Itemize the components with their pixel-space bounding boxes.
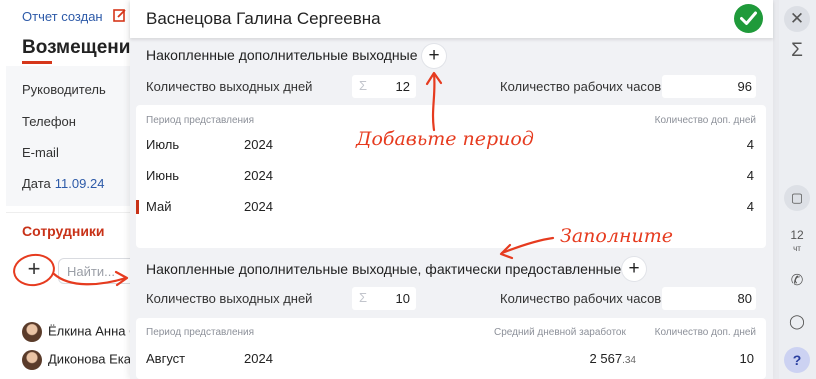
help-icon[interactable]: ? xyxy=(784,347,810,373)
employee-item[interactable]: Диконова Екат xyxy=(22,350,137,370)
days-label: Количество выходных дней xyxy=(146,79,313,94)
column-header: Период представления xyxy=(146,327,255,338)
row-earnings: 2 567.34 xyxy=(589,351,636,366)
column-header: Средний дневной заработок xyxy=(494,327,626,338)
days-label: Количество выходных дней xyxy=(146,291,313,306)
row-month: Июль xyxy=(146,137,180,152)
section-accrued-title: Накопленные дополнительные выходные xyxy=(146,47,418,63)
sum-icon: Σ xyxy=(359,290,368,305)
row-year: 2024 xyxy=(244,137,273,152)
column-header: Количество доп. дней xyxy=(654,327,756,338)
row-month: Июнь xyxy=(146,168,180,183)
dialog-header: Васнецова Галина Сергеевна xyxy=(130,0,773,38)
row-year: 2024 xyxy=(244,351,273,366)
row-days: 10 xyxy=(739,351,754,366)
hours-label: Количество рабочих часов xyxy=(500,79,662,94)
row-month: Май xyxy=(146,199,172,214)
title-underline xyxy=(22,61,52,64)
info-row-manager: Руководитель xyxy=(22,82,106,97)
hours-label: Количество рабочих часов xyxy=(500,291,662,306)
avatar xyxy=(22,350,42,370)
employee-search-input[interactable]: Найти... xyxy=(58,258,140,284)
info-row-phone: Телефон xyxy=(22,114,76,129)
calendar-icon[interactable]: 12 чт xyxy=(784,226,810,256)
employees-title: Сотрудники xyxy=(22,223,105,239)
column-header: Количество доп. дней xyxy=(654,115,756,126)
close-icon[interactable]: ✕ xyxy=(784,6,810,32)
add-provided-period-button[interactable]: + xyxy=(622,257,646,281)
edit-icon[interactable] xyxy=(113,8,127,22)
employee-dialog: Васнецова Галина Сергеевна Накопленные д… xyxy=(130,0,773,379)
row-year: 2024 xyxy=(244,199,273,214)
checkmark-icon xyxy=(740,11,757,25)
avatar xyxy=(22,322,42,342)
selection-marker xyxy=(136,200,139,214)
sum-icon: Σ xyxy=(359,78,368,93)
add-employee-button[interactable]: + xyxy=(18,256,50,284)
note-icon[interactable]: ▢ xyxy=(784,185,810,211)
info-row-date: Дата 11.09.24 xyxy=(22,176,105,191)
save-button[interactable] xyxy=(734,4,763,33)
sum-icon[interactable]: Σ xyxy=(784,38,810,64)
employee-item[interactable]: Ёлкина Анна С xyxy=(22,322,139,342)
hours-input[interactable]: 80 xyxy=(662,287,756,310)
hours-input[interactable]: 96 xyxy=(662,75,756,98)
row-days: 4 xyxy=(746,199,754,214)
phone-icon[interactable]: ✆ xyxy=(784,268,810,294)
dialog-title: Васнецова Галина Сергеевна xyxy=(146,9,381,28)
hint-add-period: Добавьте период xyxy=(356,128,534,150)
page-title: Возмещение xyxy=(22,37,141,58)
row-days: 4 xyxy=(746,168,754,183)
column-header: Период представления xyxy=(146,115,255,126)
document-status: Отчет создан xyxy=(22,9,103,24)
row-month: Август xyxy=(146,351,186,366)
info-row-email: E-mail xyxy=(22,145,59,160)
row-year: 2024 xyxy=(244,168,273,183)
provided-table: Период представления Средний дневной зар… xyxy=(136,318,766,379)
days-input[interactable]: Σ 10 xyxy=(352,287,416,310)
add-period-button[interactable]: + xyxy=(422,44,446,68)
date-value: 11.09.24 xyxy=(54,176,105,191)
chat-icon[interactable]: ◯ xyxy=(784,308,810,334)
days-input[interactable]: Σ 12 xyxy=(352,75,416,98)
row-days: 4 xyxy=(746,137,754,152)
section-provided-title: Накопленные дополнительные выходные, фак… xyxy=(146,261,622,277)
hint-fill-in: Заполните xyxy=(560,225,673,247)
